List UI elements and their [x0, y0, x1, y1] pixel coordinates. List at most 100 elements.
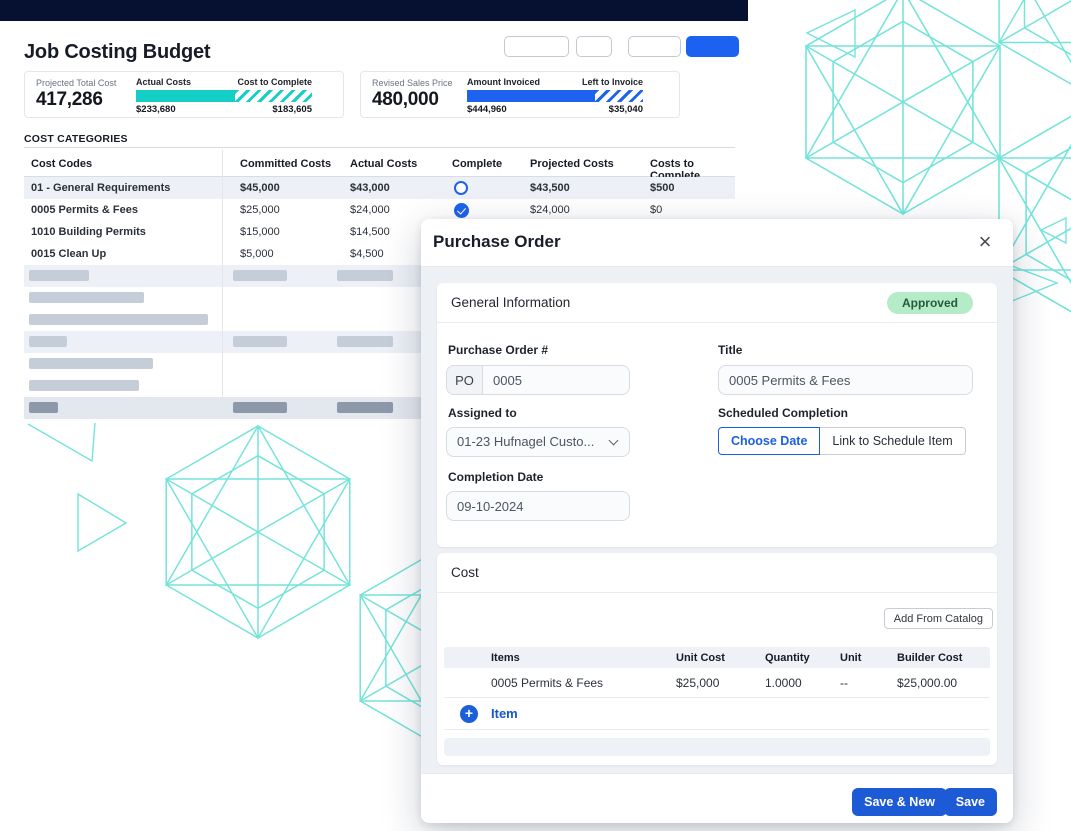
- cost-code-link[interactable]: 1010 Building Permits: [31, 226, 146, 238]
- bar-right-label: Cost to Complete: [237, 77, 312, 87]
- quantity-cell: 1.0000: [765, 676, 802, 690]
- skeleton-pill: [337, 270, 393, 281]
- item-name-cell: 0005 Permits & Fees: [491, 676, 603, 690]
- skeleton-pill: [29, 358, 153, 369]
- toolbar-button-1[interactable]: [504, 36, 569, 57]
- bar-right-label: Left to Invoice: [582, 77, 643, 87]
- save-and-new-button[interactable]: Save & New: [852, 788, 947, 816]
- bar-solid-segment: [467, 90, 595, 102]
- col-header-committed: Committed Costs: [240, 158, 331, 170]
- bar-left-label: Actual Costs: [136, 77, 191, 87]
- skeleton-pill: [29, 292, 144, 303]
- unit-cell: --: [840, 676, 848, 690]
- cost-code-link[interactable]: 0005 Permits & Fees: [31, 204, 138, 216]
- costs-to-complete-cell: $0: [650, 204, 662, 216]
- cost-code-link[interactable]: 0015 Clean Up: [31, 248, 106, 260]
- col-header-cost-codes: Cost Codes: [31, 158, 92, 170]
- toolbar-button-2[interactable]: [576, 36, 612, 57]
- items-footer-strip: [444, 738, 990, 756]
- bar-left-label: Amount Invoiced: [467, 77, 540, 87]
- items-table: Items Unit Cost Quantity Unit Builder Co…: [444, 647, 990, 730]
- chevron-down-icon: [609, 436, 619, 446]
- assigned-to-label: Assigned to: [448, 406, 517, 420]
- col-header-quantity: Quantity: [765, 652, 810, 664]
- bar-left-amount: $233,680: [136, 104, 176, 115]
- cost-code-cell: 01 - General Requirements: [31, 182, 170, 194]
- purchase-order-modal: Purchase Order × General Information App…: [421, 219, 1013, 823]
- status-badge: Approved: [887, 292, 973, 314]
- actual-costs-bar-group: Actual Costs Cost to Complete $233,680 $…: [136, 77, 312, 115]
- modal-footer: Save & New Save: [421, 773, 1013, 823]
- actual-cell: $43,000: [350, 182, 390, 194]
- skeleton-pill: [233, 402, 287, 413]
- col-header-items: Items: [491, 652, 520, 664]
- po-number-label: Purchase Order #: [448, 343, 548, 357]
- revised-sales-price-card: Revised Sales Price 480,000 Amount Invoi…: [360, 71, 680, 118]
- costs-to-complete-cell: $500: [650, 182, 674, 194]
- actual-cell: $24,000: [350, 204, 390, 216]
- save-button[interactable]: Save: [944, 788, 997, 816]
- close-icon[interactable]: ×: [971, 228, 999, 256]
- amount-invoiced-bar-group: Amount Invoiced Left to Invoice $444,960…: [467, 77, 643, 115]
- projected-total-cost-card: Projected Total Cost 417,286 Actual Cost…: [24, 71, 344, 118]
- bar-right-amount: $35,040: [609, 104, 643, 115]
- col-header-builder-cost: Builder Cost: [897, 652, 962, 664]
- section-title: General Information: [451, 295, 570, 310]
- toolbar-button-3[interactable]: [628, 36, 681, 57]
- skeleton-pill: [337, 402, 393, 413]
- po-prefix: PO: [447, 366, 483, 394]
- col-header-actual: Actual Costs: [350, 158, 417, 170]
- add-item-button[interactable]: + Item: [444, 698, 990, 730]
- bar-hatched-segment: [235, 90, 312, 102]
- skeleton-pill: [29, 270, 89, 281]
- section-divider: [24, 147, 735, 148]
- section-title: Cost: [451, 565, 479, 580]
- committed-cell: $15,000: [240, 226, 280, 238]
- table-row: 01 - General Requirements $45,000 $43,00…: [24, 177, 735, 199]
- complete-checkbox-unchecked[interactable]: [454, 181, 468, 195]
- completion-date-input[interactable]: [446, 491, 630, 521]
- add-from-catalog-button[interactable]: Add From Catalog: [884, 608, 993, 629]
- po-number-input[interactable]: [483, 366, 629, 394]
- modal-title: Purchase Order: [433, 232, 561, 252]
- page: Job Costing Budget Projected Total Cost …: [0, 0, 1071, 831]
- title-label: Title: [718, 343, 742, 357]
- committed-cell: $5,000: [240, 248, 274, 260]
- col-header-complete: Complete: [452, 158, 502, 170]
- section-divider: [437, 322, 997, 323]
- unit-cost-cell: $25,000: [676, 676, 719, 690]
- plus-icon: +: [460, 705, 478, 723]
- section-divider: [437, 592, 997, 593]
- app-top-bar: [0, 0, 748, 21]
- skeleton-pill: [233, 336, 287, 347]
- title-input[interactable]: [718, 365, 973, 395]
- assigned-to-select[interactable]: 01-23 Hufnagel Custo...: [446, 427, 630, 457]
- complete-checkbox-checked[interactable]: [454, 203, 469, 218]
- item-row: 0005 Permits & Fees $25,000 1.0000 -- $2…: [444, 668, 990, 698]
- bar-right-amount: $183,605: [272, 104, 312, 115]
- skeleton-pill: [337, 336, 393, 347]
- table-header-row: Cost Codes Committed Costs Actual Costs …: [24, 150, 735, 177]
- committed-cell: $25,000: [240, 204, 280, 216]
- items-header-row: Items Unit Cost Quantity Unit Builder Co…: [444, 647, 990, 668]
- skeleton-pill: [233, 270, 287, 281]
- actual-cell: $14,500: [350, 226, 390, 238]
- general-information-section: General Information Approved Purchase Or…: [437, 283, 997, 547]
- bar-solid-segment: [136, 90, 235, 102]
- choose-date-button[interactable]: Choose Date: [718, 427, 820, 455]
- projected-cell: $24,000: [530, 204, 570, 216]
- bar-hatched-segment: [595, 90, 643, 102]
- link-to-schedule-item-button[interactable]: Link to Schedule Item: [820, 427, 965, 455]
- actual-cell: $4,500: [350, 248, 384, 260]
- cost-categories-title: COST CATEGORIES: [24, 133, 128, 145]
- table-column-divider: [222, 150, 223, 419]
- completion-date-label: Completion Date: [448, 470, 543, 484]
- actual-costs-bar: [136, 90, 312, 102]
- committed-cell: $45,000: [240, 182, 280, 194]
- col-header-projected: Projected Costs: [530, 158, 614, 170]
- cost-section: Cost Add From Catalog Items Unit Cost Qu…: [437, 553, 997, 765]
- page-title: Job Costing Budget: [24, 41, 210, 64]
- toolbar-button-primary[interactable]: [686, 36, 739, 57]
- assigned-to-value: 01-23 Hufnagel Custo...: [457, 434, 594, 449]
- projected-cell: $43,500: [530, 182, 570, 194]
